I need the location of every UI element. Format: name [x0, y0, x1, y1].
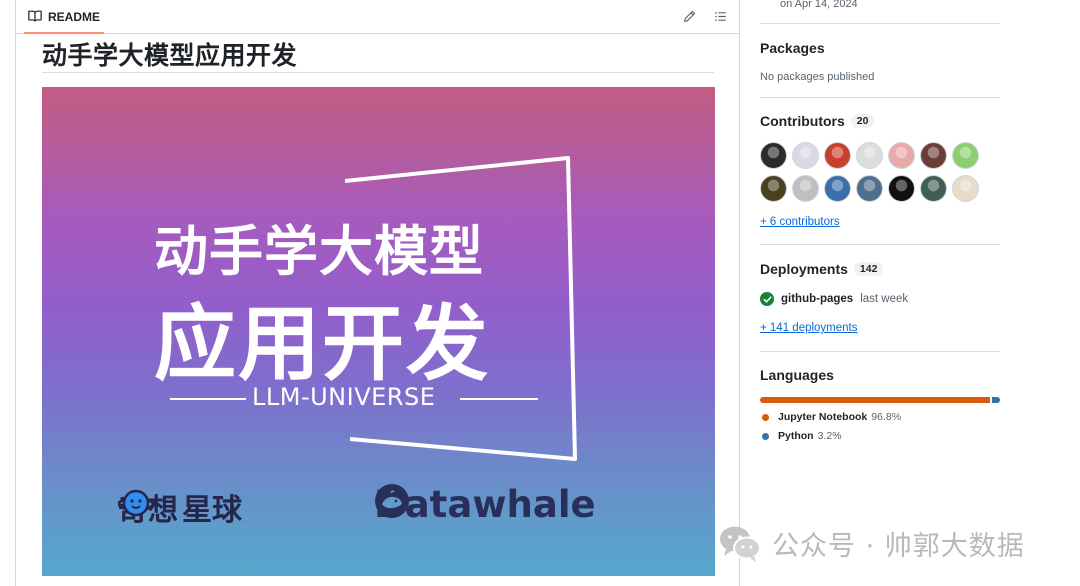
watermark-text: 公众号 · 帅郭大数据 [772, 530, 1025, 562]
wechat-icon [720, 526, 761, 562]
banner-title-line1: 动手学大模型 [154, 220, 484, 283]
subtitle-rule-right [460, 398, 538, 400]
contributor-avatar[interactable] [760, 142, 787, 169]
language-color-dot [762, 413, 769, 421]
readme-title: 动手学大模型应用开发 [42, 41, 298, 70]
datawhale-logo: Datawhale [374, 483, 596, 526]
languages-heading-label: Languages [760, 367, 834, 383]
contributor-avatar[interactable] [824, 142, 851, 169]
repo-sidebar: on Apr 14, 2024 Packages No packages pub… [760, 0, 1000, 586]
language-color-dot [762, 432, 769, 440]
deployments-heading-label: Deployments [760, 261, 848, 277]
subtitle-rule-left [170, 398, 246, 400]
whale-icon [375, 484, 409, 518]
language-item-jupyter[interactable]: Jupyter Notebook 96.8% [762, 411, 901, 423]
contributor-avatar[interactable] [856, 175, 883, 202]
active-tab-indicator [24, 32, 104, 34]
qixiang-logo: 奇想 星球 [118, 485, 242, 529]
contributors-count: 20 [850, 114, 875, 128]
release-date: on Apr 14, 2024 [780, 0, 858, 10]
planet-icon [118, 489, 154, 517]
packages-empty-text: No packages published [760, 71, 875, 83]
title-divider [42, 72, 714, 73]
contributor-avatar[interactable] [952, 142, 979, 169]
sidebar-divider [760, 244, 1000, 245]
readme-tab-label: README [48, 10, 101, 24]
contributor-avatar[interactable] [888, 175, 915, 202]
language-percent: 96.8% [871, 411, 902, 423]
language-item-python[interactable]: Python 3.2% [762, 430, 842, 442]
languages-heading: Languages [760, 367, 834, 383]
check-circle-icon [760, 292, 774, 306]
qixiang-logo-suffix: 星球 [182, 493, 242, 528]
contributor-avatar[interactable] [920, 175, 947, 202]
language-name: Jupyter Notebook [778, 411, 868, 423]
language-bar-segment-jupyter[interactable] [760, 397, 991, 403]
contributor-avatar[interactable] [824, 175, 851, 202]
pencil-icon[interactable] [680, 7, 698, 25]
readme-tab[interactable]: README [22, 0, 106, 34]
contributor-avatar[interactable] [792, 142, 819, 169]
sidebar-divider [760, 351, 1000, 352]
contributor-avatar[interactable] [792, 175, 819, 202]
book-icon [28, 9, 42, 26]
contributors-heading[interactable]: Contributors 20 [760, 113, 875, 129]
banner-subtitle: LLM-UNIVERSE [252, 383, 436, 411]
deployments-count: 142 [853, 262, 884, 276]
readme-tabbar: README [16, 0, 739, 34]
language-percent: 3.2% [817, 430, 842, 442]
packages-heading-label: Packages [760, 40, 825, 56]
packages-heading[interactable]: Packages [760, 40, 825, 56]
outline-list-icon[interactable] [711, 7, 729, 25]
more-deployments-link[interactable]: + 141 deployments [760, 322, 858, 334]
deployment-environment[interactable]: github-pages last week [760, 292, 908, 306]
more-contributors-link[interactable]: + 6 contributors [760, 216, 840, 228]
contributor-avatar[interactable] [856, 142, 883, 169]
deployment-env-name: github-pages [781, 293, 854, 305]
deployments-heading[interactable]: Deployments 142 [760, 261, 884, 277]
contributor-avatar[interactable] [760, 175, 787, 202]
readme-panel: README 动手学大模型应用开发 动手学大模型 应用开发 LLM-UNIVER… [15, 0, 740, 586]
deployment-env-time: last week [860, 293, 909, 305]
sidebar-divider [760, 23, 1000, 24]
contributor-avatar[interactable] [888, 142, 915, 169]
language-bar [760, 397, 1000, 403]
readme-banner-image: 动手学大模型 应用开发 LLM-UNIVERSE 奇想 星球 Datawhale [42, 87, 715, 576]
contributor-avatar[interactable] [920, 142, 947, 169]
language-bar-segment-python[interactable] [992, 397, 1000, 403]
contributor-avatar[interactable] [952, 175, 979, 202]
wechat-watermark: 公众号 · 帅郭大数据 [718, 523, 1025, 563]
contributors-heading-label: Contributors [760, 113, 845, 129]
banner-title-line2: 应用开发 [154, 297, 491, 392]
language-name: Python [778, 430, 814, 442]
sidebar-divider [760, 97, 1000, 98]
